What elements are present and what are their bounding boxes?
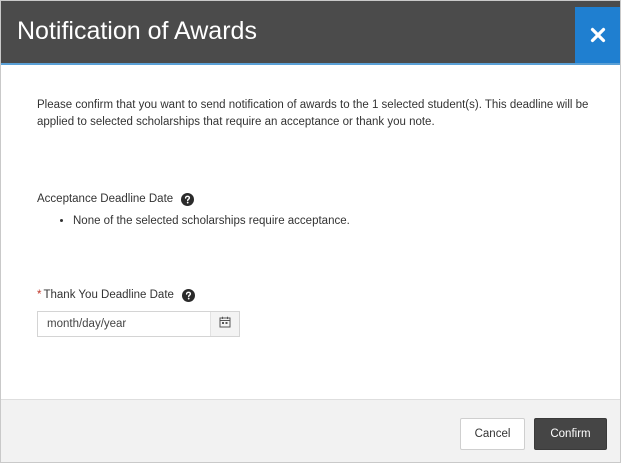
notification-of-awards-dialog: Notification of Awards Please confirm th… <box>0 0 621 463</box>
cancel-button[interactable]: Cancel <box>460 418 525 450</box>
dialog-header: Notification of Awards <box>1 1 620 63</box>
question-circle-icon[interactable] <box>181 192 195 206</box>
thank-you-deadline-label: * Thank You Deadline Date <box>37 287 195 303</box>
thank-you-deadline-date-input[interactable] <box>38 312 210 336</box>
acceptance-deadline-label: Acceptance Deadline Date <box>37 191 195 207</box>
acceptance-notes-list: None of the selected scholarships requir… <box>59 213 350 229</box>
close-icon <box>590 27 606 43</box>
acceptance-deadline-label-text: Acceptance Deadline Date <box>37 193 174 205</box>
thank-you-deadline-label-text: Thank You Deadline Date <box>43 289 174 301</box>
dialog-body: Please confirm that you want to send not… <box>1 65 620 399</box>
question-circle-icon[interactable] <box>181 288 195 302</box>
intro-text: Please confirm that you want to send not… <box>37 99 589 128</box>
dialog-title: Notification of Awards <box>17 17 257 45</box>
required-marker: * <box>37 289 42 301</box>
confirm-button[interactable]: Confirm <box>534 418 607 450</box>
dialog-footer: Cancel Confirm <box>1 399 620 462</box>
list-item: None of the selected scholarships requir… <box>73 213 350 229</box>
thank-you-deadline-date-field <box>37 311 240 337</box>
close-button[interactable] <box>575 7 620 63</box>
calendar-button[interactable] <box>210 312 239 336</box>
calendar-icon <box>219 315 231 333</box>
